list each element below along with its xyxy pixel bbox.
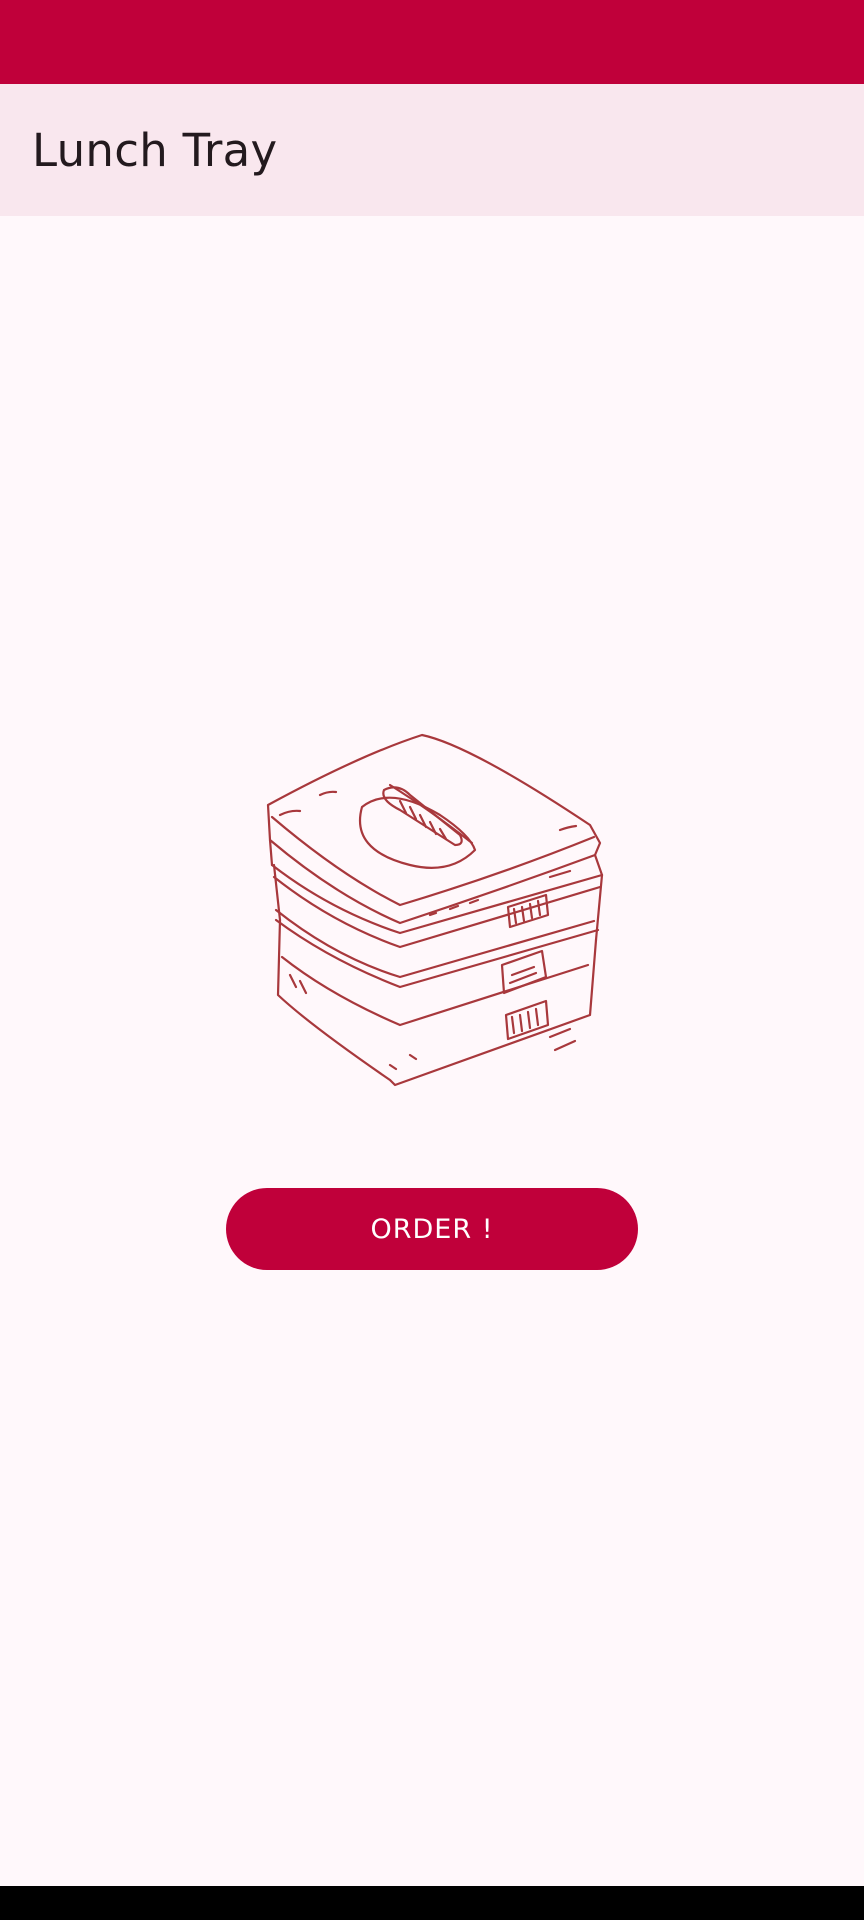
system-navigation-bar	[0, 1886, 864, 1920]
lunch-box-stack-icon	[266, 733, 604, 1087]
app-title: Lunch Tray	[32, 123, 278, 177]
order-button[interactable]: ORDER !	[226, 1188, 638, 1270]
top-app-bar: Lunch Tray	[0, 84, 864, 216]
status-bar	[0, 0, 864, 84]
